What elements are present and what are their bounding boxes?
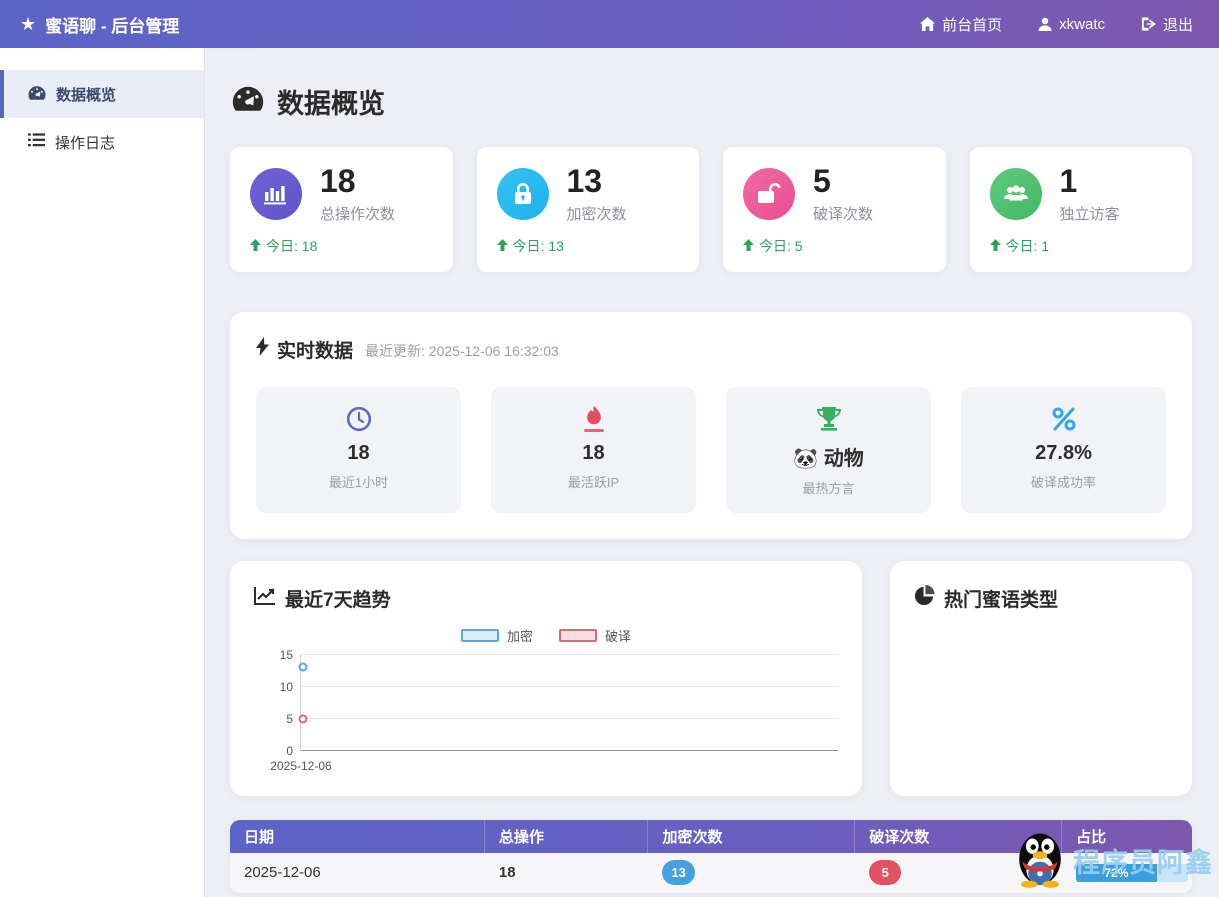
stat-label: 加密次数	[567, 203, 627, 224]
trend-plot: 051015	[300, 655, 838, 751]
cell-date: 2025-12-06	[230, 853, 485, 893]
ratio-progress-fill: 72%	[1076, 864, 1157, 882]
trend-x-label: 2025-12-06	[270, 759, 331, 773]
pie-chart-icon	[914, 585, 935, 612]
unlock-icon	[743, 168, 795, 220]
nav-username: xkwatc	[1059, 16, 1105, 33]
star-icon: ★	[20, 14, 36, 35]
trend-chart-card: 最近7天趋势 加密 破译 051015 20	[230, 561, 862, 796]
user-icon	[1038, 17, 1052, 31]
stat-card-visitors: 1 独立访客 今日: 1	[970, 147, 1193, 272]
lock-icon	[497, 168, 549, 220]
arrow-up-icon	[743, 238, 754, 254]
nav-logout-link[interactable]: 退出	[1141, 14, 1193, 35]
legend-item-encrypt[interactable]: 加密	[461, 626, 533, 645]
last-updated: 最近更新: 2025-12-06 16:32:03	[365, 341, 559, 361]
top-navbar: ★ 蜜语聊 - 后台管理 前台首页 xkwatc 退出	[0, 0, 1219, 48]
arrow-up-icon	[990, 238, 1001, 254]
clock-icon	[266, 405, 451, 433]
types-chart-card: 热门蜜语类型	[890, 561, 1192, 796]
realtime-tile-success-rate: 27.8% 破译成功率	[961, 387, 1166, 513]
legend-swatch-encrypt	[461, 629, 499, 642]
stat-label: 独立访客	[1060, 203, 1120, 224]
sidebar-item-label: 数据概览	[56, 84, 116, 105]
stat-value: 18	[320, 165, 395, 199]
sidebar-item-logs[interactable]: 操作日志	[0, 118, 204, 166]
realtime-tile-active-ip: 18 最活跃IP	[491, 387, 696, 513]
nav-home-link[interactable]: 前台首页	[920, 14, 1002, 35]
stat-label: 总操作次数	[320, 203, 395, 224]
table-header-encrypt: 加密次数	[648, 820, 855, 853]
nav-user-link[interactable]: xkwatc	[1038, 16, 1105, 33]
page-title: 数据概览	[232, 82, 1192, 121]
table-header-ratio: 占比	[1062, 820, 1192, 853]
stat-card-total-ops: 18 总操作次数 今日: 18	[230, 147, 453, 272]
sidebar: 数据概览 操作日志	[0, 48, 205, 897]
stat-label: 破译次数	[813, 203, 873, 224]
users-icon	[990, 168, 1042, 220]
bolt-icon	[256, 337, 269, 362]
dashboard-gauge-icon	[232, 85, 264, 118]
stat-card-encrypts: 13 加密次数 今日: 13	[477, 147, 700, 272]
gauge-icon	[28, 85, 46, 104]
line-chart-icon	[254, 586, 276, 611]
realtime-tile-hot-dialect: 🐼 动物 最热方言	[726, 387, 931, 513]
stat-value: 1	[1060, 165, 1120, 199]
decrypt-count-badge: 5	[869, 860, 901, 885]
daily-stats-table: 日期 总操作 加密次数 破译次数 占比 2025-12-06 18 13 5	[230, 820, 1192, 893]
table-header-decrypt: 破译次数	[855, 820, 1062, 853]
sidebar-item-label: 操作日志	[55, 132, 115, 153]
home-icon	[920, 17, 935, 31]
arrow-up-icon	[250, 238, 261, 254]
stat-cards-row: 18 总操作次数 今日: 18 1	[230, 147, 1192, 272]
arrow-up-icon	[497, 238, 508, 254]
cell-total: 18	[485, 853, 649, 893]
stat-value: 5	[813, 165, 873, 199]
stat-today: 今日: 1	[990, 236, 1173, 256]
stat-today: 今日: 18	[250, 236, 433, 256]
types-chart-empty-body	[914, 612, 1168, 772]
chart-legend: 加密 破译	[254, 626, 838, 645]
stat-today: 今日: 13	[497, 236, 680, 256]
percent-icon	[971, 405, 1156, 433]
sidebar-item-overview[interactable]: 数据概览	[0, 70, 204, 118]
stat-value: 13	[567, 165, 627, 199]
list-icon	[28, 133, 45, 151]
table-header-total: 总操作	[485, 820, 649, 853]
table-row: 2025-12-06 18 13 5 72%	[230, 853, 1192, 893]
bar-chart-icon	[250, 168, 302, 220]
ratio-progress-bar: 72%	[1076, 864, 1188, 882]
table-header-date: 日期	[230, 820, 485, 853]
realtime-tile-last-hour: 18 最近1小时	[256, 387, 461, 513]
brand-title: 蜜语聊 - 后台管理	[45, 12, 179, 37]
encrypt-count-badge: 13	[662, 860, 694, 885]
table-header-row: 日期 总操作 加密次数 破译次数 占比	[230, 820, 1192, 853]
logout-icon	[1141, 17, 1156, 31]
stat-today: 今日: 5	[743, 236, 926, 256]
realtime-card: 实时数据 最近更新: 2025-12-06 16:32:03 18 最近1小时	[230, 312, 1192, 539]
legend-item-decrypt[interactable]: 破译	[559, 626, 631, 645]
legend-swatch-decrypt	[559, 629, 597, 642]
brand: ★ 蜜语聊 - 后台管理	[20, 12, 179, 37]
flame-icon	[501, 405, 686, 433]
stat-card-decrypts: 5 破译次数 今日: 5	[723, 147, 946, 272]
admin-dashboard: ★ 蜜语聊 - 后台管理 前台首页 xkwatc 退出	[0, 0, 1219, 897]
main-content: 数据概览 18 总操作次数 今日	[205, 48, 1219, 897]
trophy-icon	[736, 405, 921, 433]
